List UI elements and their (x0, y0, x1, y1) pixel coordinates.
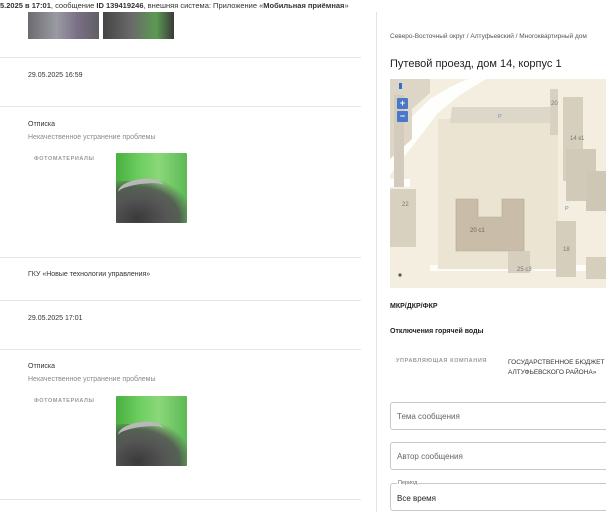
entry-date: 29.05.2025 17:01 (28, 315, 83, 322)
divider (0, 257, 361, 258)
header-time: 17:01 (31, 1, 51, 10)
header-system-name: Мобильная приёмная (263, 1, 345, 10)
entry-title: Отписка (28, 363, 55, 370)
management-company-label: УПРАВЛЯЮЩАЯ КОМПАНИЯ (396, 358, 487, 364)
zoom-out-button[interactable]: − (397, 111, 408, 122)
parking-icon: P (565, 206, 569, 212)
subject-placeholder: Тема сообщения (397, 412, 460, 421)
photos-label: ФОТОМАТЕРИАЛЫ (34, 398, 95, 404)
message-header: 5.2025 в 17:01, сообщение ID 139419246, … (0, 0, 606, 12)
divider (0, 349, 361, 350)
map-building-label: 25 с3 (517, 267, 532, 273)
map-building-label: 14 к1 (570, 136, 585, 142)
breadcrumb: Северо-Восточный округ / Алтуфьевский / … (390, 33, 587, 40)
management-company-name-cont: АЛТУФЬЕВСКОГО РАЙОНА» (508, 369, 597, 376)
period-value: Все время (397, 494, 436, 503)
entry-subtitle: Некачественное устранение проблемы (28, 376, 156, 383)
map-building-label: 18 (563, 247, 570, 253)
photo-thumbnail[interactable] (28, 12, 99, 39)
photo-thumbnail[interactable] (103, 12, 174, 39)
map-view[interactable]: + − 20 14 к1 22 20 с1 18 25 с3 P P (390, 79, 606, 288)
period-label: Период (397, 480, 419, 486)
photo-thumbnail[interactable] (116, 396, 187, 466)
photos-label: ФОТОМАТЕРИАЛЫ (34, 156, 95, 162)
object-address: Путевой проезд, дом 14, корпус 1 (390, 58, 562, 70)
divider (0, 300, 361, 301)
work-category: МКР/ДКР/ФКР (390, 303, 438, 310)
header-system-suffix: » (344, 1, 349, 10)
management-company-name: ГОСУДАРСТВЕННОЕ БЮДЖЕТ (508, 359, 605, 366)
message-feed: 29.05.2025 16:59 Отписка Некачественное … (0, 12, 376, 512)
divider (0, 106, 361, 107)
author-placeholder: Автор сообщения (397, 452, 463, 461)
organization-name: ГКУ «Новые технологии управления» (28, 271, 151, 278)
zoom-in-button[interactable]: + (397, 98, 408, 109)
header-message-id: ID 139419246 (96, 1, 144, 10)
author-input[interactable]: Автор сообщения (390, 442, 606, 470)
period-select[interactable]: Период Все время (390, 480, 606, 511)
header-mid: , сообщение (50, 1, 97, 10)
photo-thumbnail[interactable] (116, 153, 187, 223)
header-date-prefix: 5.2025 в (0, 1, 32, 10)
divider (0, 57, 361, 58)
problem-type: Отключения горячей воды (390, 328, 484, 335)
map-canvas (390, 79, 606, 288)
map-building-label: 20 с1 (470, 228, 485, 234)
entry-title: Отписка (28, 121, 55, 128)
map-building-label: 20 (551, 101, 558, 107)
map-building-label: 22 (402, 202, 409, 208)
header-system-prefix: , внешняя система: Приложение « (143, 1, 264, 10)
divider (0, 499, 361, 500)
entry-subtitle: Некачественное устранение проблемы (28, 134, 156, 141)
entry-date: 29.05.2025 16:59 (28, 72, 83, 79)
parking-icon: P (498, 114, 502, 120)
details-panel: Северо-Восточный округ / Алтуфьевский / … (377, 12, 606, 512)
subject-input[interactable]: Тема сообщения (390, 402, 606, 430)
